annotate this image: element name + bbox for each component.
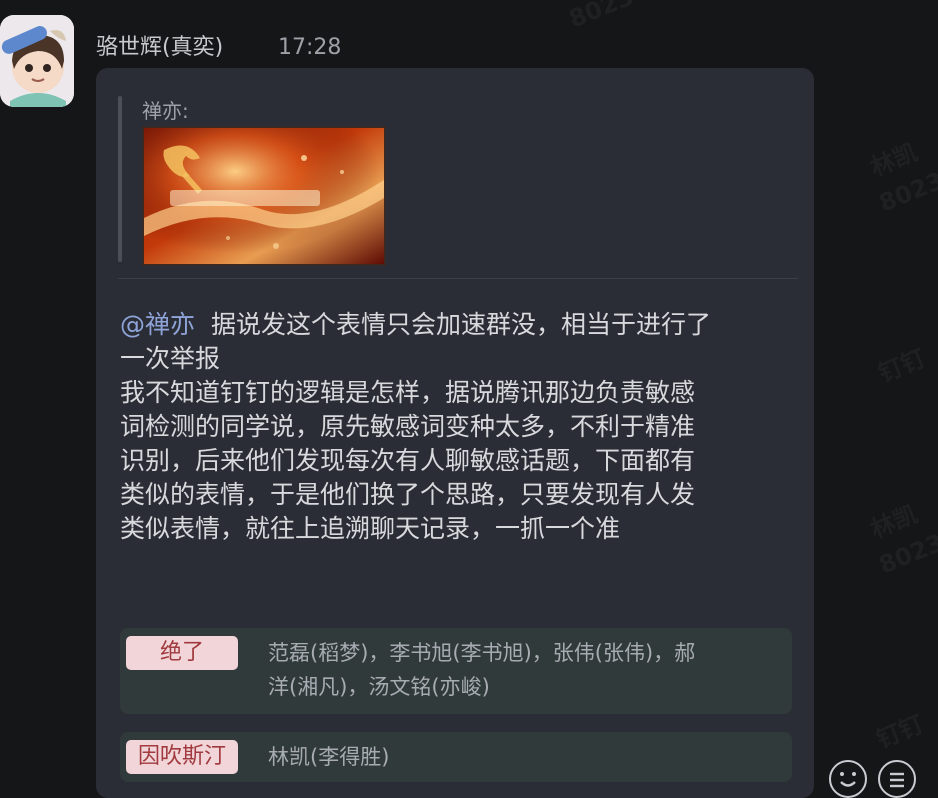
smile-icon[interactable] [829,760,867,798]
quoted-message[interactable]: 禅亦: [118,90,798,276]
message-text-line: 识别，后来他们发现每次有人聊敏感话题，下面都有 [120,446,696,475]
reaction-users-line: 洋(湘凡)，汤文铭(亦峻) [268,675,490,699]
message-text-line: 我不知道钉钉的逻辑是怎样，据说腾讯那边负责敏感 [120,378,696,407]
message-text-line: 类似表情，就往上追溯聊天记录，一抓一个准 [120,514,621,543]
reaction-chip[interactable]: 因吹斯汀 [126,740,238,774]
message-time: 17:28 [278,35,342,60]
mention-link[interactable]: @禅亦 [120,310,195,339]
watermark-number: 8023 [875,167,938,218]
sender-name[interactable]: 骆世辉(真奕) [96,34,223,62]
reaction-row[interactable]: 绝了 范磊(稻梦)，李书旭(李书旭)，张伟(张伟)，郝 洋(湘凡)，汤文铭(亦峻… [120,628,792,714]
quoted-image[interactable] [142,126,386,266]
message-text-line: 词检测的同学说，原先敏感词变种太多，不利于精准 [120,412,696,441]
reaction-row[interactable]: 因吹斯汀 林凯(李得胜) [120,732,792,782]
reaction-users-line: 范磊(稻梦)，李书旭(李书旭)，张伟(张伟)，郝 [268,641,696,665]
watermark-number: 8023 [565,0,637,33]
divider [118,278,798,279]
reaction-users: 林凯(李得胜) [268,745,390,769]
watermark-name: 林凯 [867,138,922,182]
message-text-line: 据说发这个表情只会加速群没，相当于进行了 [211,310,712,339]
more-glyph-icon [890,772,904,788]
smile-glyph-icon [840,772,856,787]
avatar[interactable] [0,15,74,107]
quote-bar [118,96,122,262]
message-line: @禅亦 据说发这个表情只会加速群没，相当于进行了 [120,308,800,342]
more-icon[interactable] [878,760,916,798]
reaction-users: 范磊(稻梦)，李书旭(李书旭)，张伟(张伟)，郝 洋(湘凡)，汤文铭(亦峻) [268,636,773,704]
watermark-name: 林凯 [867,500,922,544]
reaction-chip[interactable]: 绝了 [126,636,238,670]
message-text: @禅亦 据说发这个表情只会加速群没，相当于进行了 一次举报 我不知道钉钉的逻辑是怎… [120,308,800,546]
red-ceremony-image-icon [144,128,384,264]
watermark-name: 钉钉 [873,710,928,754]
message-bubble[interactable]: 禅亦: @禅亦 据说发这个表情只会加速群没，相当于进行了 一次举报 我不知道钉钉… [96,68,814,798]
watermark-name: 钉钉 [875,344,930,388]
avatar-illustration-icon [0,15,74,107]
quote-author: 禅亦: [142,99,189,123]
message-text-line: 类似的表情，于是他们换了个思路，只要发现有人发 [120,480,696,509]
watermark-number: 8023 [875,529,938,580]
message-text-line: 一次举报 [120,344,221,373]
